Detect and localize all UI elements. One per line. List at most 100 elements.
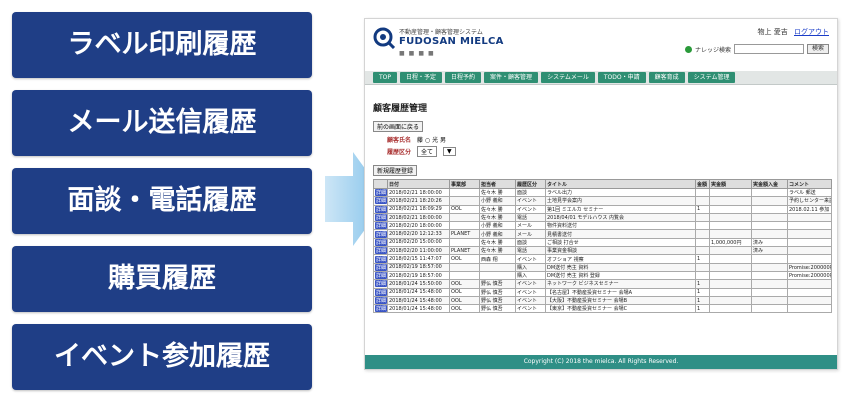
main-nav: TOP 日程・予定 日程予約 案件・顧客管理 システムメール TODO・申請 顧… [365, 71, 837, 85]
tab-todo[interactable]: TODO・申請 [597, 72, 646, 83]
cell-dept [449, 262, 480, 272]
tab-reservation[interactable]: 日程予約 [445, 72, 482, 83]
cell-comment [787, 295, 832, 306]
cell-received: 済み [751, 246, 788, 256]
detail-button[interactable]: 詳細 [375, 247, 387, 254]
detail-button[interactable]: 詳細 [375, 264, 387, 271]
detail-button[interactable]: 詳細 [375, 255, 387, 263]
detail-button[interactable]: 詳細 [375, 239, 387, 246]
cell-staff: 佐々木 勝 [479, 187, 516, 198]
cell-received [751, 279, 788, 289]
col-header[interactable]: 日付 [387, 179, 450, 189]
detail-button[interactable]: 詳細 [375, 214, 387, 221]
cell-comment: Promise:200000円 [787, 262, 832, 272]
col-header[interactable]: 実金額入金 [751, 179, 788, 189]
cell-dept: OOL [449, 279, 480, 289]
logo-dots: ■■■■ [399, 50, 438, 57]
cell-kind: イベント [515, 196, 546, 206]
cell-dept: OOL [449, 295, 480, 306]
cell-received [751, 187, 788, 198]
col-header[interactable]: 実金額 [709, 179, 752, 189]
col-header[interactable]: 事業部 [449, 179, 480, 189]
detail-button[interactable]: 詳細 [375, 272, 387, 279]
cell-received [751, 221, 788, 231]
tab-nurture[interactable]: 顧客育成 [648, 72, 685, 83]
cell-comment [787, 279, 832, 289]
back-button[interactable]: 前の画面に戻る [373, 121, 424, 132]
cell-date: 2018/02/20 18:00:00 [387, 221, 450, 231]
cell-comment: 2018.02.11 参加 [787, 204, 832, 214]
detail-cell: 詳細 [373, 246, 388, 256]
detail-cell: 詳細 [373, 262, 388, 272]
detail-button[interactable]: 詳細 [375, 206, 387, 213]
user-name: 物上 愛吉 [757, 28, 788, 36]
detail-button[interactable]: 詳細 [375, 222, 387, 229]
cell-received [751, 295, 788, 306]
cell-paid [709, 304, 752, 314]
table-row: 詳細 2018/02/21 18:00:00 佐々木 勝電話 2018/04/01 モ… [373, 212, 832, 223]
col-header[interactable]: タイトル [545, 179, 696, 189]
tab-system-mail[interactable]: システムメール [541, 72, 595, 83]
cell-amount: 1 [695, 279, 710, 289]
menu-meeting-phone-history[interactable]: 面談・電話履歴 [12, 168, 312, 234]
cell-date: 2018/02/21 18:00:00 [387, 187, 450, 198]
detail-button[interactable]: 詳細 [375, 289, 387, 296]
cell-title: オフショア 視察 [545, 254, 696, 264]
cell-title: ラベル出力 [545, 187, 696, 198]
cell-comment [787, 254, 832, 264]
menu-label-print-history[interactable]: ラベル印刷履歴 [12, 12, 312, 78]
table-row: 詳細 2018/01/24 15:48:00 OOL 野仏 慎吾 イベント 【東京】不動産… [373, 304, 832, 314]
filter-type-select[interactable]: 全て [417, 146, 438, 157]
detail-cell: 詳細 [373, 295, 388, 306]
cell-paid [709, 295, 752, 306]
tab-system-admin[interactable]: システム管理 [687, 72, 736, 83]
table-row: 詳細 2018/02/20 11:00:00 PLANET 佐々木 勝電話 事業資金相談… [373, 246, 832, 256]
table-row: 詳細 2018/02/21 18:09:29 OOL 佐々木 勝イベント 第1回 ミエル… [373, 204, 832, 214]
tab-customer[interactable]: 案件・顧客管理 [484, 72, 539, 83]
col-header[interactable]: 履歴区分 [515, 179, 546, 189]
detail-cell: 詳細 [373, 254, 388, 264]
cell-staff: 佐々木 勝 [479, 246, 516, 256]
new-history-button[interactable]: 新規履歴登録 [373, 165, 418, 176]
search-input[interactable] [733, 44, 804, 54]
cell-kind: メール [515, 229, 546, 239]
cell-received [751, 287, 788, 297]
detail-button[interactable]: 詳細 [375, 189, 387, 196]
detail-button[interactable]: 詳細 [375, 297, 387, 304]
tab-schedule[interactable]: 日程・予定 [400, 72, 443, 83]
cell-kind: イベント [515, 279, 546, 289]
cell-comment [787, 212, 832, 223]
cell-received [751, 196, 788, 206]
cell-staff: 佐々木 勝 [479, 212, 516, 223]
cell-dept: OOL [449, 204, 480, 214]
col-header[interactable]: 担当者 [479, 179, 516, 189]
detail-cell: 詳細 [373, 304, 388, 314]
detail-button[interactable]: 詳細 [375, 231, 387, 238]
col-header[interactable]: 金額 [695, 179, 710, 189]
cell-received [751, 270, 788, 281]
footer: Copyright (C) 2018 the mielca. All Right… [365, 355, 837, 369]
detail-button[interactable]: 詳細 [375, 280, 387, 288]
cell-title: DM送付 売主 資料 登録 [545, 270, 696, 281]
cell-title: DM送付 売主 資料 [545, 262, 696, 272]
cell-paid [709, 196, 752, 206]
detail-cell: 詳細 [373, 196, 388, 206]
menu-mail-history[interactable]: メール送信履歴 [12, 90, 312, 156]
cell-dept [449, 237, 480, 248]
detail-button[interactable]: 詳細 [375, 305, 387, 312]
cell-comment: Promise:200000円 [787, 270, 832, 281]
chevron-down-icon[interactable]: ▼ [443, 147, 456, 156]
table-row: 詳細 2018/02/20 15:00:00 佐々木 勝面談 ご相談 打合せ 1,000… [373, 237, 832, 248]
cell-dept: PLANET [449, 229, 480, 239]
search-button[interactable]: 検索 [806, 44, 829, 54]
detail-cell: 詳細 [373, 287, 388, 297]
cell-staff: 野仏 慎吾 [479, 287, 516, 297]
cell-title: 【大阪】不動産投資セミナー 会場B [545, 295, 696, 306]
detail-button[interactable]: 詳細 [375, 197, 387, 205]
col-header[interactable]: コメント [787, 179, 832, 189]
menu-event-history[interactable]: イベント参加履歴 [12, 324, 312, 390]
menu-purchase-history[interactable]: 購買履歴 [12, 246, 312, 312]
tab-top[interactable]: TOP [373, 72, 398, 83]
logout-link[interactable]: ログアウト [794, 28, 829, 36]
cell-paid [709, 187, 752, 198]
